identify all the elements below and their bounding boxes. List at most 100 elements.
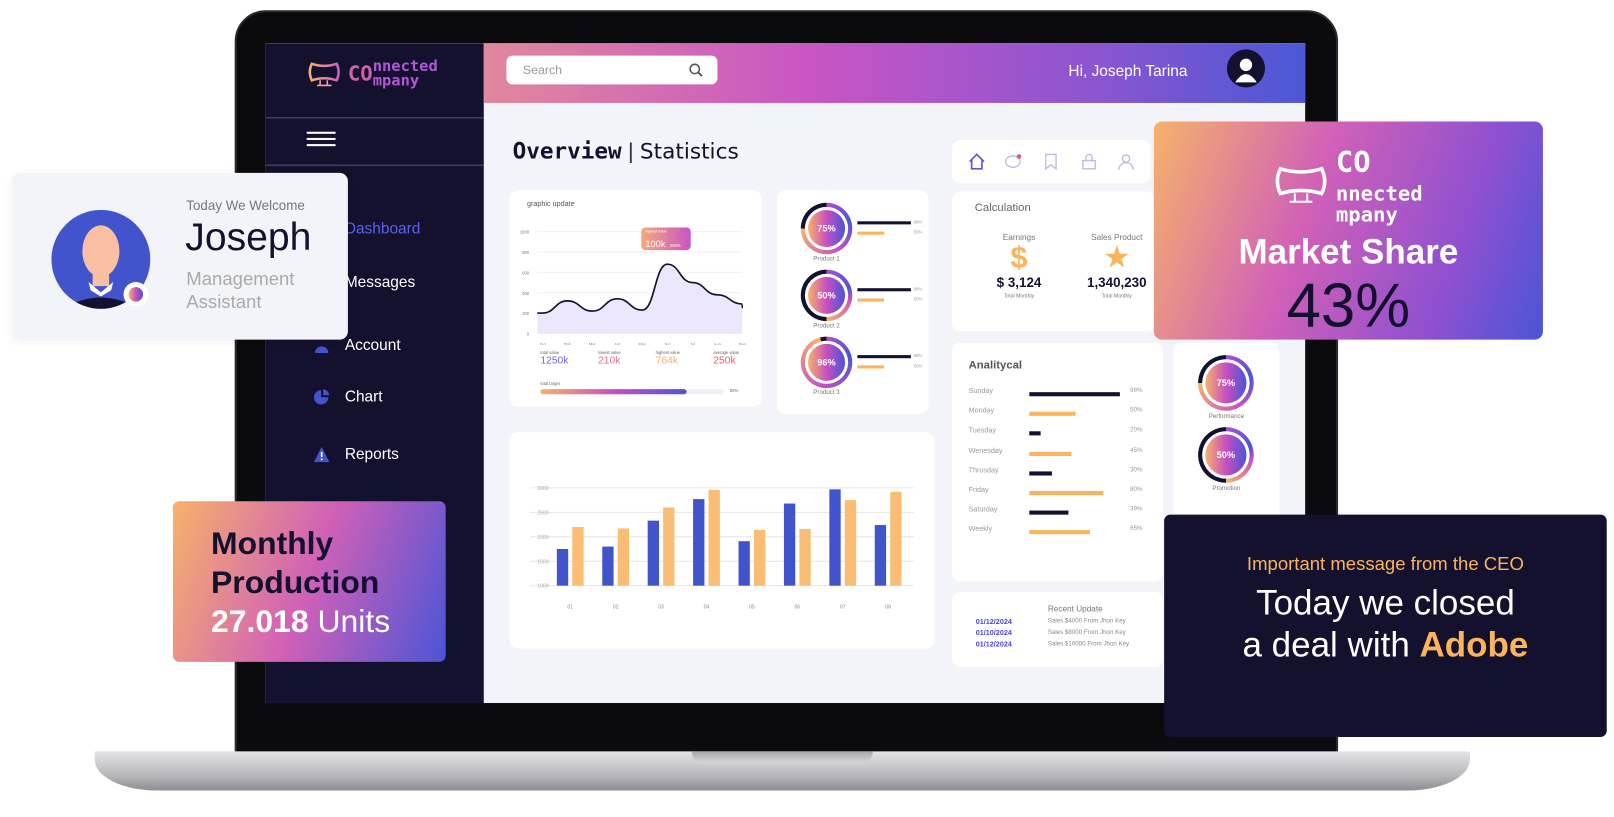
x-tick-label: 02 bbox=[613, 604, 619, 610]
product-bar-primary bbox=[857, 355, 911, 358]
home-icon[interactable] bbox=[968, 152, 987, 171]
y-tick-label: 2500 bbox=[537, 510, 549, 516]
side-donut-name: Promotion bbox=[1212, 485, 1241, 493]
target-value: 80% bbox=[729, 388, 739, 394]
y-tick-label: 3000 bbox=[537, 486, 549, 492]
bar-05-series1 bbox=[738, 541, 750, 586]
y-tick-label: 1000 bbox=[537, 584, 549, 590]
bar-01-series1 bbox=[556, 549, 569, 586]
lock-icon[interactable] bbox=[1079, 152, 1098, 171]
bar-03-series1 bbox=[647, 520, 660, 586]
monitor-logo-icon bbox=[308, 62, 340, 87]
sales-value: 1,340,230 bbox=[1087, 274, 1147, 291]
product-bar2-label: 50% bbox=[914, 363, 923, 369]
analytical-title: Analitycal bbox=[968, 359, 1023, 372]
analytic-bar bbox=[1029, 510, 1069, 515]
market-share-card: CO nnected mpany Market Share 43% bbox=[1153, 121, 1543, 340]
recent-date: 01/12/2024 bbox=[975, 618, 1012, 626]
analytic-day: Tuesday bbox=[968, 427, 996, 435]
product-bar-secondary bbox=[857, 365, 885, 368]
line-area bbox=[537, 264, 743, 334]
sidebar-item-label: Account bbox=[344, 336, 401, 355]
donut-gap: 96% bbox=[804, 340, 849, 384]
analytic-percent: 98% bbox=[1130, 388, 1143, 395]
analytic-bar bbox=[1029, 392, 1121, 397]
divider bbox=[265, 164, 484, 166]
search-input[interactable]: Search bbox=[506, 55, 718, 85]
monitor-logo-icon bbox=[1275, 166, 1327, 203]
star-icon: ★ bbox=[1102, 240, 1131, 275]
sidebar-item-label: Dashboard bbox=[344, 220, 421, 238]
hamburger-menu-icon[interactable] bbox=[306, 131, 336, 151]
graphic-update-card: graphic update 1000 800 600 400 200 0 Jan Feb Ma… bbox=[509, 190, 762, 407]
product-bar1-label: 98% bbox=[914, 353, 923, 359]
welcome-card: Today We Welcome Joseph Management Assist… bbox=[12, 172, 348, 340]
product-bar-primary bbox=[857, 221, 911, 224]
analytic-day: Friday bbox=[968, 486, 989, 495]
analytic-bar bbox=[1029, 530, 1090, 535]
sidebar-item-reports[interactable]: Reports bbox=[313, 446, 399, 463]
y-tick-label: 600 bbox=[522, 270, 530, 275]
search-icon[interactable] bbox=[689, 63, 703, 77]
sales-sub: Total Monthly bbox=[1101, 293, 1132, 300]
y-tick-label: 200 bbox=[522, 311, 530, 316]
donut-center: 75% bbox=[1205, 362, 1247, 404]
donut-percent: 75% bbox=[817, 223, 836, 234]
x-tick-label: Sep bbox=[739, 342, 747, 345]
side-donut-name: Performance bbox=[1208, 413, 1245, 420]
user-avatar[interactable] bbox=[1226, 49, 1266, 88]
donut-center: 75% bbox=[808, 209, 846, 248]
analytic-percent: 50% bbox=[1130, 407, 1143, 414]
ceo-company: Adobe bbox=[1419, 625, 1529, 665]
analytic-day: Sunday bbox=[968, 388, 994, 396]
chat-notification-icon[interactable] bbox=[1005, 152, 1024, 171]
product-bar2-label: 50% bbox=[914, 229, 923, 235]
production-line2: Production bbox=[211, 564, 380, 601]
recent-text: Sales $4000 From Jhon Key bbox=[1047, 618, 1126, 625]
analytic-percent: 30% bbox=[1130, 467, 1143, 474]
x-tick-label: 05 bbox=[749, 604, 755, 610]
brand-prefix: CO bbox=[347, 60, 373, 86]
stat-value: 210k bbox=[598, 355, 621, 367]
profile-icon[interactable] bbox=[1117, 152, 1136, 171]
product-donut: 50% bbox=[800, 269, 853, 322]
stat-total-value: total value 1250k bbox=[540, 350, 568, 366]
earnings-value: $ 3,124 bbox=[996, 274, 1042, 291]
y-tick-label: 0 bbox=[527, 332, 530, 337]
welcome-name: Joseph bbox=[185, 216, 312, 260]
analytic-day: Wenesday bbox=[968, 447, 1003, 455]
stat-value: 1250k bbox=[540, 355, 569, 367]
highest-value-tooltip: highest value 100k 250% bbox=[641, 227, 691, 251]
laptop-notch bbox=[691, 751, 873, 764]
bar-04-series1 bbox=[693, 499, 705, 586]
role-line2: Assistant bbox=[186, 291, 262, 312]
product-name: Product 3 bbox=[813, 390, 840, 397]
x-tick-label: 07 bbox=[840, 604, 846, 610]
stat-value: 250k bbox=[713, 355, 736, 367]
stat-value: 764k bbox=[655, 355, 678, 367]
brand-prefix: CO bbox=[1335, 145, 1371, 180]
product-bar-secondary bbox=[857, 231, 885, 235]
market-share-title: Market Share bbox=[1238, 232, 1459, 272]
donut-gap: 50% bbox=[1202, 431, 1250, 479]
x-tick-label: Apr bbox=[614, 342, 621, 345]
stat-highest-value: highest value 764k bbox=[656, 350, 680, 366]
bar-chart-card: 3000 2500 2000 1500 1000 01 02 03 04 05 06 07 08 bbox=[509, 432, 935, 649]
donut-gap: 50% bbox=[804, 273, 849, 318]
analytical-card: Analitycal Sunday 98% Monday 50% Tuesday 20% W… bbox=[952, 342, 1164, 582]
analytic-percent: 20% bbox=[1130, 427, 1143, 434]
analytic-percent: 65% bbox=[1130, 526, 1143, 533]
analytic-bar bbox=[1029, 451, 1071, 456]
donut-percent: 50% bbox=[1216, 449, 1236, 461]
product-name: Product 2 bbox=[813, 323, 840, 330]
donut-percent: 50% bbox=[817, 290, 836, 301]
x-tick-label: 04 bbox=[704, 604, 710, 610]
donut-center: 50% bbox=[808, 276, 846, 314]
side-donut: 75% bbox=[1198, 355, 1254, 411]
x-tick-label: 08 bbox=[885, 604, 891, 610]
bookmark-icon[interactable] bbox=[1042, 152, 1061, 171]
ceo-line1: Today we closed bbox=[1256, 583, 1515, 623]
sidebar-item-label: Messages bbox=[344, 273, 416, 292]
monthly-production-card: Monthly Production 27.018 Units bbox=[172, 501, 446, 662]
sidebar-item-chart[interactable]: Chart bbox=[313, 388, 383, 406]
